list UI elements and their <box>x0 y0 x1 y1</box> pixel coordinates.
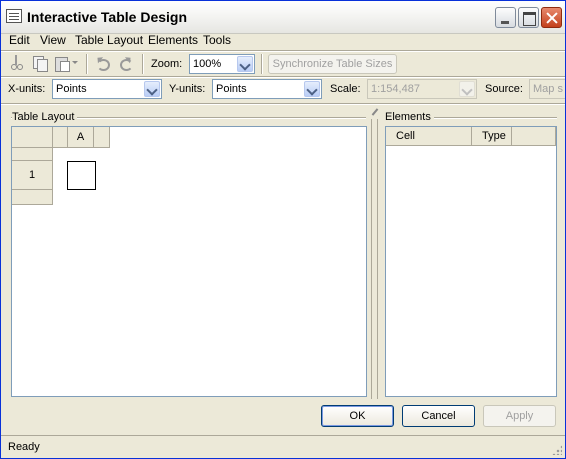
toolbar-separator-line <box>1 76 565 78</box>
menu-tools[interactable]: Tools <box>203 33 231 47</box>
grid-header-spacer <box>94 127 110 148</box>
menu-view[interactable]: View <box>40 33 66 47</box>
ok-button[interactable]: OK <box>321 405 394 427</box>
menu-bar: Edit View Table Layout Elements Tools <box>1 31 565 50</box>
row-header-spacer <box>12 190 53 205</box>
row-header-1[interactable]: 1 <box>12 161 53 190</box>
elements-title: Elements <box>385 111 434 123</box>
status-bar: Ready <box>1 435 565 458</box>
cancel-button[interactable]: Cancel <box>402 405 475 427</box>
column-header-a[interactable]: A <box>68 127 94 148</box>
y-units-combo[interactable]: Points <box>212 79 322 99</box>
copy-icon[interactable] <box>32 55 48 72</box>
paste-icon[interactable] <box>54 55 70 72</box>
panel-splitter[interactable] <box>368 109 382 399</box>
grid-header-spacer <box>53 127 68 148</box>
maximize-button[interactable] <box>518 7 539 28</box>
x-units-value: Points <box>56 83 87 95</box>
title-bar[interactable]: Interactive Table Design <box>1 1 565 34</box>
redo-icon[interactable] <box>118 55 134 71</box>
scale-value: 1:154,487 <box>371 83 420 95</box>
elements-list[interactable] <box>385 126 557 397</box>
grid-corner <box>12 127 53 148</box>
scale-combo[interactable]: 1:154,487 <box>367 79 477 99</box>
x-units-combo[interactable]: Points <box>52 79 162 99</box>
chevron-down-icon[interactable] <box>237 56 253 72</box>
source-label: Source: <box>485 83 523 95</box>
y-units-value: Points <box>216 83 247 95</box>
apply-button[interactable]: Apply <box>483 405 556 427</box>
window-title: Interactive Table Design <box>27 9 188 25</box>
menu-elements[interactable]: Elements <box>148 33 198 47</box>
y-units-label: Y-units: <box>169 83 206 95</box>
close-button[interactable] <box>541 7 562 28</box>
units-separator-line <box>1 103 565 105</box>
minimize-button[interactable] <box>495 7 516 28</box>
source-combo[interactable]: Map s <box>529 79 565 99</box>
resize-grip-icon[interactable] <box>552 445 562 455</box>
toolbar-separator <box>86 54 88 74</box>
zoom-value: 100% <box>193 58 222 70</box>
table-layout-canvas[interactable] <box>11 126 367 397</box>
elements-header-filler <box>512 127 556 146</box>
zoom-label: Zoom: <box>151 58 183 70</box>
table-layout-title: Table Layout <box>12 111 78 123</box>
source-value: Map s <box>533 83 563 95</box>
interactive-table-design-window: Interactive Table Design Edit View Table… <box>0 0 566 459</box>
cut-icon[interactable] <box>8 55 24 71</box>
row-header-spacer <box>12 148 53 161</box>
undo-icon[interactable] <box>94 55 110 71</box>
menu-table-layout[interactable]: Table Layout <box>75 33 143 47</box>
zoom-combo[interactable]: 100% <box>189 54 255 74</box>
synchronize-table-sizes-button[interactable]: Synchronize Table Sizes <box>268 54 397 74</box>
toolbar-separator <box>142 54 144 74</box>
status-text: Ready <box>8 441 40 453</box>
menu-separator <box>1 50 565 52</box>
table-cell-a1[interactable] <box>67 161 96 190</box>
chevron-down-icon[interactable] <box>304 81 320 97</box>
chevron-down-icon[interactable] <box>144 81 160 97</box>
table-app-icon <box>6 9 22 23</box>
paste-dropdown-arrow-icon[interactable] <box>72 61 78 64</box>
menu-edit[interactable]: Edit <box>9 33 30 47</box>
x-units-label: X-units: <box>8 83 46 95</box>
elements-column-cell[interactable]: Cell <box>386 127 472 146</box>
scale-label: Scale: <box>330 83 361 95</box>
chevron-down-icon[interactable] <box>459 81 475 97</box>
toolbar-separator <box>261 54 263 74</box>
elements-column-type[interactable]: Type <box>472 127 512 146</box>
